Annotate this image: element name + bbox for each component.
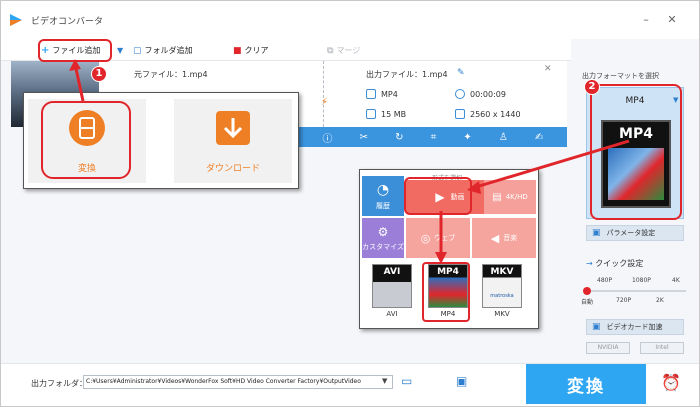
arrow-3-head (435, 252, 447, 264)
arrow-2-head (467, 181, 481, 194)
arrow-1-head (69, 59, 81, 71)
arrow-2 (475, 139, 630, 189)
app-window: ビデオコンバータ – ✕ + ファイル追加 ▼ ▢ フォルダ追加 ■ クリア ⧉… (0, 0, 700, 407)
annotation-arrows (69, 59, 630, 264)
